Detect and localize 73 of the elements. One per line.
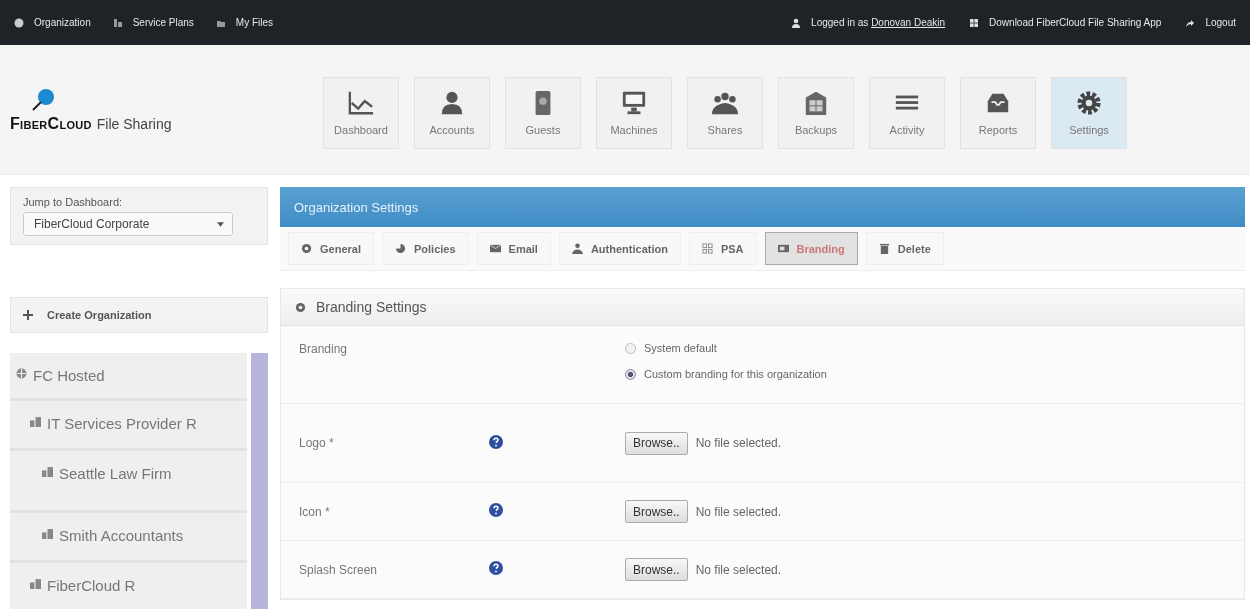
circle-icon <box>301 243 312 254</box>
user-icon <box>791 17 802 28</box>
tree-item[interactable]: FiberCloud R <box>10 563 248 609</box>
monitor-icon <box>620 89 648 116</box>
globe-icon <box>16 368 27 379</box>
settings-tab[interactable]: PSA <box>688 232 757 265</box>
envelope-icon <box>489 243 501 254</box>
tree-item[interactable]: FC Hosted <box>10 353 248 401</box>
circle-icon <box>295 301 306 313</box>
settings-icon <box>1075 89 1103 116</box>
top-link[interactable]: Organization <box>14 17 91 28</box>
radio-option[interactable]: Custom branding for this organization <box>625 368 1244 380</box>
tree-item[interactable]: Seattle Law Firm <box>10 451 248 513</box>
globe-icon <box>14 17 24 28</box>
login-status: Logged in as Donovan Deakin <box>811 17 946 28</box>
nav-tile[interactable]: Activity <box>869 76 945 149</box>
nav-tile[interactable]: Guests <box>505 76 581 149</box>
radio-option[interactable]: System default <box>625 342 1244 354</box>
field-label: Icon * <box>299 504 331 519</box>
nav-tile[interactable]: Backups <box>778 76 854 149</box>
share-arrow-icon <box>1185 17 1196 28</box>
field-label: Logo * <box>299 436 335 450</box>
tree-item[interactable]: IT Services Provider R <box>10 401 248 451</box>
nav-tile[interactable]: Reports <box>960 76 1036 149</box>
grid-icon <box>701 243 713 254</box>
download-link[interactable]: Download FiberCloud File Sharing App <box>969 17 1162 28</box>
logout-link[interactable]: Logout <box>1185 17 1236 28</box>
pie-chart-icon <box>394 243 406 254</box>
jump-label: Jump to Dashboard: <box>23 196 124 208</box>
panel-title: Organization Settings <box>294 199 419 215</box>
file-status: No file selected. <box>695 436 782 450</box>
settings-tab[interactable]: Authentication <box>558 232 681 265</box>
line-chart-icon <box>347 89 375 116</box>
plus-icon <box>23 310 33 320</box>
nav-tile[interactable]: Shares <box>687 76 763 149</box>
plans-icon <box>112 17 123 28</box>
settings-tab[interactable]: General <box>288 232 374 265</box>
browse-button[interactable]: Browse.. <box>625 431 688 455</box>
trash-icon <box>878 243 890 254</box>
card-icon <box>777 243 789 254</box>
nav-tile[interactable]: Dashboard <box>323 76 399 149</box>
caret-icon <box>217 221 224 227</box>
top-link[interactable]: My Files <box>215 17 274 28</box>
window-icon <box>969 17 980 28</box>
help-icon[interactable] <box>489 503 503 517</box>
person-icon <box>571 243 583 254</box>
file-status: No file selected. <box>695 504 782 519</box>
settings-tab[interactable]: Policies <box>381 232 469 265</box>
dashboard-select[interactable]: FiberCloud Corporate <box>23 212 233 236</box>
settings-tab[interactable]: Email <box>476 232 551 265</box>
scroll-bar[interactable] <box>251 353 268 609</box>
help-icon[interactable] <box>489 434 503 449</box>
user-link[interactable]: Donovan Deakin <box>871 17 946 28</box>
field-label: Branding <box>299 342 349 356</box>
browse-button[interactable]: Browse.. <box>625 500 688 523</box>
section-title: Branding Settings <box>316 299 427 315</box>
nav-tile[interactable]: Accounts <box>414 76 490 149</box>
building-icon <box>30 578 41 589</box>
tree-item[interactable]: Smith Accountants <box>10 513 248 563</box>
browse-button[interactable]: Browse.. <box>625 558 688 581</box>
field-label: Splash Screen <box>299 562 379 577</box>
brand-name: FiberCloud <box>10 114 92 133</box>
building-icon <box>30 416 41 427</box>
create-organization-button[interactable]: Create Organization <box>10 297 268 333</box>
nav-tile[interactable]: Settings <box>1051 76 1127 149</box>
product-name: File Sharing <box>96 115 172 132</box>
help-icon[interactable] <box>489 561 503 575</box>
top-link[interactable]: Service Plans <box>112 17 194 28</box>
nav-tile[interactable]: Machines <box>596 76 672 149</box>
settings-tab[interactable]: Delete <box>865 232 944 265</box>
building-icon <box>42 466 53 477</box>
file-status: No file selected. <box>695 562 782 577</box>
building-icon <box>42 528 53 539</box>
